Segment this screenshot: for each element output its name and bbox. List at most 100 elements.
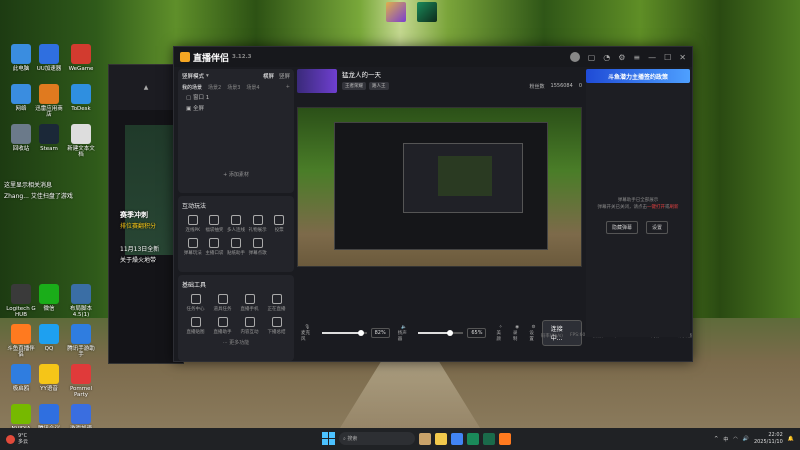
search-placeholder: 搜索: [347, 436, 358, 442]
desktop-icon[interactable]: Pommel Party: [66, 364, 96, 399]
desktop-icon[interactable]: WeGame: [66, 44, 96, 72]
interact-item[interactable]: 弹幕玩法: [182, 238, 204, 256]
desktop-icon[interactable]: 新建文本文档: [66, 124, 96, 159]
taskbar-app-photo[interactable]: [419, 432, 431, 445]
desktop-icon[interactable]: Steam: [34, 124, 64, 152]
desktop-icon-label: 网络: [15, 106, 27, 112]
enable-link[interactable]: 一键打开: [647, 205, 665, 210]
taskbar-app-game[interactable]: [483, 432, 495, 445]
app-icon: [39, 404, 59, 424]
taskbar-app-explorer[interactable]: [435, 432, 447, 445]
tab-scene-2[interactable]: 场景2: [208, 84, 221, 91]
headset-icon[interactable]: ◔: [603, 53, 610, 62]
tab-scene-4[interactable]: 场景4: [246, 84, 259, 91]
danmaku-settings-button[interactable]: 设置: [646, 221, 669, 234]
category-tag[interactable]: 王者荣耀: [342, 82, 366, 90]
hide-danmaku-button[interactable]: 隐藏弹幕: [606, 221, 639, 234]
tool-item[interactable]: 正在直播: [263, 294, 290, 312]
desktop-icon[interactable]: 斗鱼直播伴侣: [6, 324, 36, 359]
search-input[interactable]: ⌕ 搜索: [339, 432, 415, 445]
chevron-up-icon[interactable]: ^: [714, 436, 718, 442]
input-method-icon[interactable]: 中: [723, 436, 728, 443]
interact-item[interactable]: 连线PK: [182, 215, 204, 233]
tool-item[interactable]: 直播手机: [236, 294, 263, 312]
desktop-icon-label: 布局脚本 4.5(1): [69, 306, 92, 319]
clock[interactable]: 22:02 2025/11/10: [754, 432, 783, 446]
tool-item[interactable]: 直播贴图: [182, 317, 209, 335]
tab-scene-3[interactable]: 场景3: [227, 84, 240, 91]
tool-icon: [190, 294, 201, 304]
tool-item[interactable]: 下播总结: [263, 317, 290, 335]
scene-label: 窗口 1: [192, 95, 210, 101]
taskbar-app-douyu[interactable]: [499, 432, 511, 445]
more-functions-button[interactable]: ··· 更多功能: [182, 339, 290, 346]
interact-item[interactable]: 主播口袋: [204, 238, 226, 256]
avatar[interactable]: [569, 52, 580, 62]
desktop-icon-label: QQ: [44, 346, 54, 352]
desktop-icon[interactable]: Logitech G HUB: [6, 284, 36, 319]
add-scene-icon[interactable]: +: [286, 84, 290, 91]
app-icon[interactable]: [386, 2, 406, 22]
taskbar-app-browser[interactable]: [451, 432, 463, 445]
desktop-icon[interactable]: QQ: [34, 324, 64, 352]
start-button[interactable]: [322, 432, 335, 445]
interact-item[interactable]: 贴纸助手: [225, 238, 247, 256]
tool-icon: [271, 317, 282, 327]
tab-landscape[interactable]: 横屏: [263, 72, 274, 80]
desktop-icon[interactable]: UU加速器: [34, 44, 64, 72]
app-icon: [39, 44, 59, 64]
app-icon[interactable]: [417, 2, 438, 22]
notification-icon[interactable]: 🔔: [788, 436, 794, 442]
tool-item[interactable]: 任务中心: [182, 294, 209, 312]
interact-item[interactable]: 福袋抽奖: [204, 215, 226, 233]
category-tag[interactable]: 路人王: [369, 82, 389, 90]
maximize-button[interactable]: ☐: [664, 53, 671, 62]
desktop-icon[interactable]: 迅雷应用商店: [34, 84, 64, 119]
desktop-icon[interactable]: 回收站: [6, 124, 36, 152]
interact-item[interactable]: 投票: [268, 215, 290, 233]
desktop-icon-label: 腾讯手游助手: [67, 346, 95, 359]
preview-nested-capture: [438, 156, 492, 196]
interact-item[interactable]: 弹幕点歌: [247, 238, 269, 256]
weather-widget[interactable]: 9°C 多云: [6, 433, 28, 445]
desktop-icon[interactable]: 布局脚本 4.5(1): [66, 284, 96, 319]
tool-item[interactable]: 直播助手: [209, 317, 236, 335]
settings-icon[interactable]: ⚙: [618, 53, 625, 62]
menu-icon[interactable]: ≡: [633, 53, 640, 62]
desktop-icon[interactable]: 极启鸥: [6, 364, 36, 392]
tool-icon: [217, 294, 228, 304]
desktop-icon[interactable]: 此电脑: [6, 44, 36, 72]
interact-item[interactable]: 礼物展示: [247, 215, 269, 233]
popularity-count: 1556084: [550, 83, 573, 89]
tool-item-label: 直播贴图: [186, 330, 205, 335]
tool-item[interactable]: 内容互动: [236, 317, 263, 335]
desktop-icon[interactable]: ToDesk: [66, 84, 96, 112]
interact-item-label: 主播口袋: [205, 251, 224, 256]
stream-preview[interactable]: [297, 107, 582, 267]
desktop-icon[interactable]: 网络: [6, 84, 36, 112]
stream-title[interactable]: 猛龙人的一天: [342, 69, 389, 79]
tab-scene-1[interactable]: 我的场景: [182, 84, 202, 91]
tab-portrait[interactable]: 竖屏: [279, 72, 290, 80]
stream-cover[interactable]: [297, 69, 337, 93]
close-button[interactable]: ✕: [679, 53, 686, 62]
interact-item[interactable]: 多人连线: [225, 215, 247, 233]
desktop-icon[interactable]: 腾讯手游助手: [66, 324, 96, 359]
list-item[interactable]: ▣ 全屏: [186, 104, 290, 115]
overlay-line: 11月13日全新: [120, 246, 160, 253]
desktop-icon[interactable]: 微信: [34, 284, 64, 312]
refresh-link[interactable]: 刷新: [670, 205, 679, 210]
promo-banner[interactable]: 斗鱼潜力主播签约政策: [586, 69, 690, 83]
minimize-button[interactable]: —: [648, 53, 656, 62]
mode-dropdown[interactable]: 竖屏模式: [182, 72, 204, 80]
taskbar-app-game[interactable]: [467, 432, 479, 445]
tool-item[interactable]: 道具任务: [209, 294, 236, 312]
add-source-button[interactable]: + 添加素材: [182, 171, 290, 178]
stream-info: 猛龙人的一天 王者荣耀 路人王 粉丝数 1556084 0: [297, 69, 582, 95]
list-item[interactable]: ▢ 窗口 1: [186, 93, 290, 104]
title-bar: 直播伴侣 3.12.3 ▢ ◔ ⚙ ≡ — ☐ ✕: [174, 47, 692, 67]
wifi-icon[interactable]: ◠: [733, 436, 737, 442]
desktop-icon[interactable]: YY语音: [34, 364, 64, 392]
message-icon[interactable]: ▢: [588, 53, 596, 62]
volume-icon[interactable]: 🔊: [743, 436, 749, 442]
